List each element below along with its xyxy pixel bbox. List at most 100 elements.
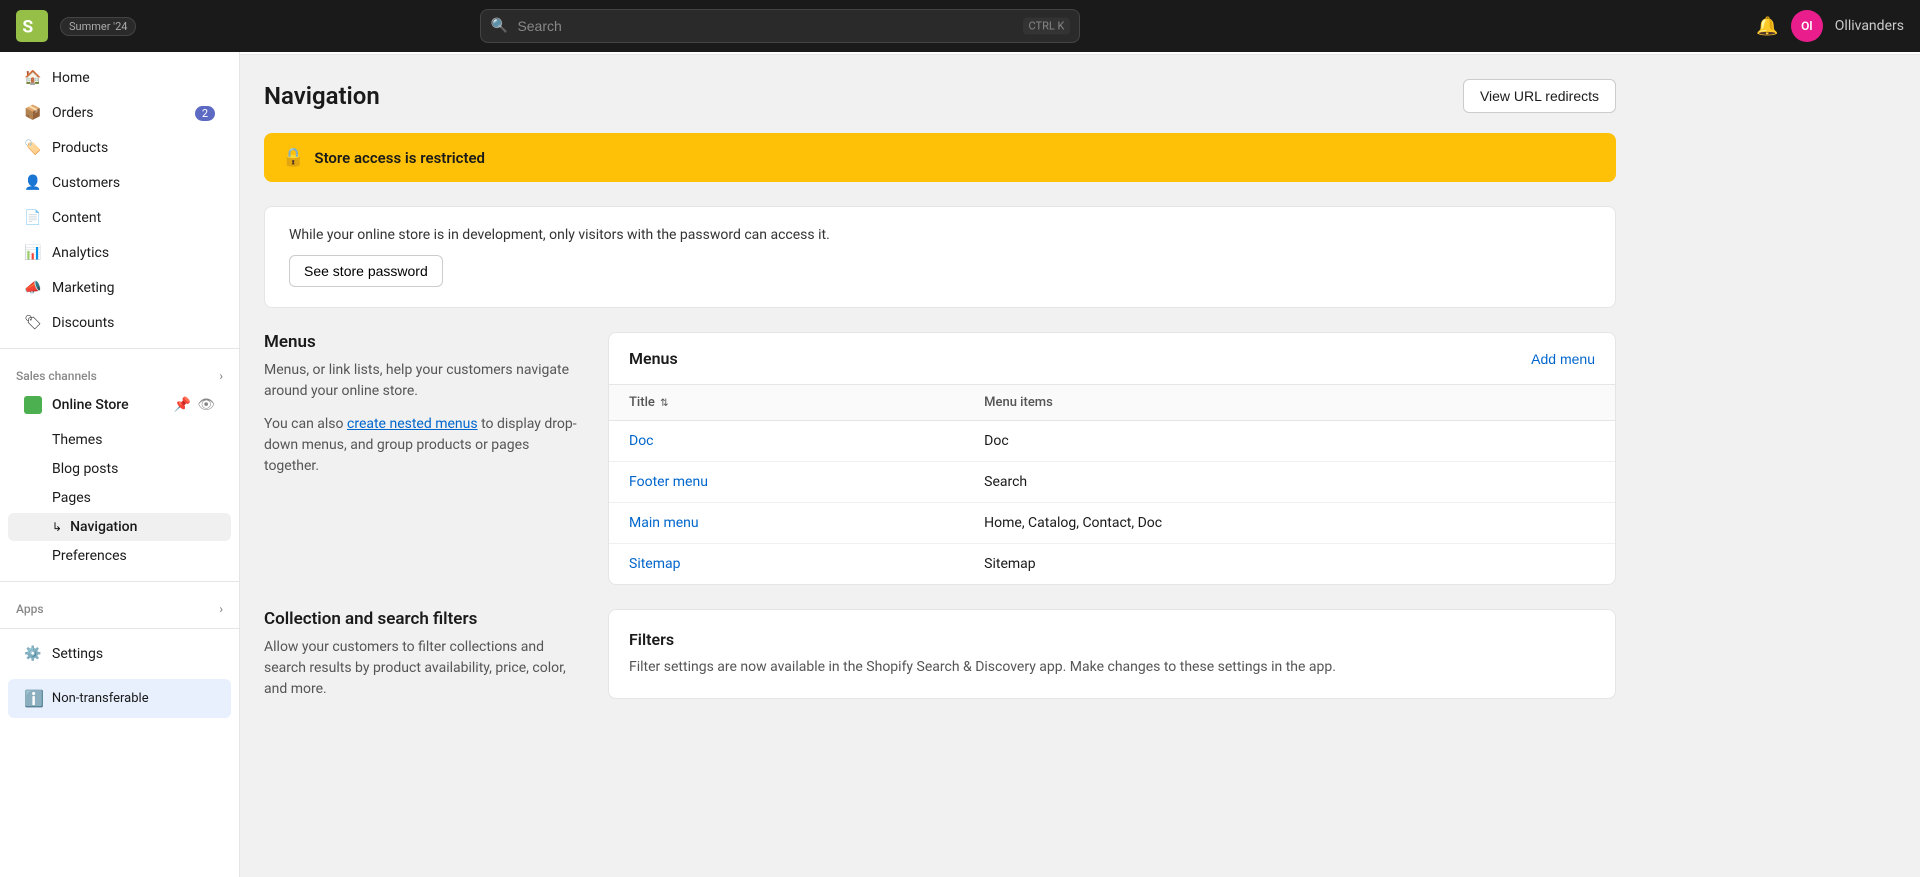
themes-label: Themes: [52, 432, 102, 448]
main-content: Online Store 📌 ••• Navigation View URL r…: [240, 0, 1920, 748]
pin-icon[interactable]: 📌: [174, 397, 191, 413]
view-url-redirects-button[interactable]: View URL redirects: [1463, 79, 1616, 113]
menu-title-cell: Sitemap: [609, 544, 964, 585]
filters-description: Collection and search filters Allow your…: [264, 609, 584, 700]
menus-desc-1: Menus, or link lists, help your customer…: [264, 360, 584, 402]
sidebar-item-orders[interactable]: 📦 Orders 2: [8, 96, 231, 130]
sidebar-item-pages[interactable]: Pages: [8, 484, 231, 512]
sidebar-item-online-store[interactable]: Online Store 📌 👁: [8, 388, 231, 422]
sidebar-item-marketing[interactable]: 📣 Marketing: [8, 271, 231, 305]
orders-icon: 📦: [24, 104, 42, 122]
create-nested-menus-link[interactable]: create nested menus: [347, 416, 478, 432]
sidebar-item-label: Analytics: [52, 245, 109, 261]
sales-channels-label: Sales channels: [16, 369, 97, 383]
settings-label: Settings: [52, 646, 103, 662]
sidebar-item-home[interactable]: 🏠 Home: [8, 61, 231, 95]
sidebar-item-analytics[interactable]: 📊 Analytics: [8, 236, 231, 270]
non-transferable-label: Non-transferable: [52, 691, 149, 706]
sidebar-divider-1: [0, 348, 239, 349]
col-title: Title ⇅: [609, 385, 964, 421]
products-icon: 🏷️: [24, 139, 42, 157]
online-store-label: Online Store: [52, 397, 129, 413]
sidebar-item-content[interactable]: 📄 Content: [8, 201, 231, 235]
sidebar-item-blog-posts[interactable]: Blog posts: [8, 455, 231, 483]
menus-desc-text-1: Menus, or link lists, help your customer…: [264, 362, 569, 399]
menu-title-link[interactable]: Doc: [629, 433, 654, 449]
lock-icon: 🔒: [282, 147, 304, 168]
sidebar-item-discounts[interactable]: 🏷 Discounts: [8, 306, 231, 340]
menus-card-title: Menus: [629, 349, 678, 368]
sort-icon: ⇅: [660, 398, 668, 409]
table-row: Main menu Home, Catalog, Contact, Doc: [609, 503, 1615, 544]
sidebar-item-preferences[interactable]: Preferences: [8, 542, 231, 570]
eye-icon[interactable]: 👁: [197, 397, 215, 413]
sidebar-item-label: Customers: [52, 175, 120, 191]
sidebar-item-label: Content: [52, 210, 101, 226]
search-bar: 🔍 CTRL K: [480, 9, 1080, 43]
shopify-logo-link[interactable]: S: [16, 10, 48, 42]
non-transferable-item[interactable]: ℹ️ Non-transferable: [8, 679, 231, 718]
sidebar-divider-3: [0, 628, 239, 629]
page-header: Navigation View URL redirects: [264, 79, 1616, 113]
sidebar-item-customers[interactable]: 👤 Customers: [8, 166, 231, 200]
filters-desc: Allow your customers to filter collectio…: [264, 637, 584, 700]
menu-title-link[interactable]: Main menu: [629, 515, 699, 531]
page-title: Navigation: [264, 82, 380, 110]
nav-arrow-icon: ↳: [52, 520, 62, 534]
content-icon: 📄: [24, 209, 42, 227]
settings-icon: ⚙️: [24, 645, 42, 663]
shopify-logo-icon: S: [16, 10, 48, 42]
menus-description: Menus Menus, or link lists, help your cu…: [264, 332, 584, 585]
menu-items-cell: Sitemap: [964, 544, 1615, 585]
topbar: S Summer '24 🔍 CTRL K 🔔 Ol Ollivanders: [0, 0, 1920, 52]
discounts-icon: 🏷: [24, 314, 42, 332]
menus-table: Title ⇅ Menu items Doc Doc Footer menu: [609, 385, 1615, 584]
filters-card-title: Filters: [629, 630, 1595, 649]
menu-title-link[interactable]: Footer menu: [629, 474, 708, 490]
menu-title-cell: Main menu: [609, 503, 964, 544]
menus-desc-text-2: You can also: [264, 416, 344, 432]
apps-expand-icon: ›: [219, 602, 223, 616]
home-icon: 🏠: [24, 69, 42, 87]
apps-section: Apps ›: [0, 590, 239, 620]
add-menu-button[interactable]: Add menu: [1531, 351, 1595, 367]
filters-info-card: Filters Filter settings are now availabl…: [608, 609, 1616, 699]
pages-label: Pages: [52, 490, 91, 506]
summer-badge: Summer '24: [60, 17, 136, 36]
search-input[interactable]: [480, 9, 1080, 43]
online-store-icon: [24, 396, 42, 414]
sidebar-item-label: Marketing: [52, 280, 115, 296]
sidebar-divider-2: [0, 581, 239, 582]
avatar[interactable]: Ol: [1791, 10, 1823, 42]
filters-section-title: Collection and search filters: [264, 609, 584, 629]
topbar-right: 🔔 Ol Ollivanders: [1756, 10, 1904, 42]
sidebar: 🏠 Home 📦 Orders 2 🏷️ Products 👤 Customer…: [0, 52, 240, 877]
warning-card-text: While your online store is in developmen…: [289, 227, 1591, 243]
marketing-icon: 📣: [24, 279, 42, 297]
see-password-button[interactable]: See store password: [289, 255, 443, 287]
search-shortcut: CTRL K: [1023, 18, 1071, 35]
sidebar-item-navigation[interactable]: ↳ Navigation: [8, 513, 231, 541]
sidebar-item-settings[interactable]: ⚙️ Settings: [8, 637, 231, 671]
apps-label: Apps: [16, 602, 44, 616]
menu-title-link[interactable]: Sitemap: [629, 556, 680, 572]
sidebar-item-label: Products: [52, 140, 108, 156]
sidebar-item-label: Orders: [52, 105, 94, 121]
sidebar-item-products[interactable]: 🏷️ Products: [8, 131, 231, 165]
sidebar-item-label: Home: [52, 70, 90, 86]
sidebar-item-themes[interactable]: Themes: [8, 426, 231, 454]
menus-section: Menus Menus, or link lists, help your cu…: [264, 332, 1616, 585]
sales-channels-expand-icon: ›: [219, 369, 223, 383]
table-row: Doc Doc: [609, 421, 1615, 462]
menus-section-title: Menus: [264, 332, 584, 352]
online-store-actions: 📌 👁: [174, 397, 215, 413]
menu-items-cell: Search: [964, 462, 1615, 503]
analytics-icon: 📊: [24, 244, 42, 262]
filters-card-desc: Filter settings are now available in the…: [629, 657, 1595, 678]
menus-card-header: Menus Add menu: [609, 333, 1615, 385]
notification-button[interactable]: 🔔: [1756, 16, 1778, 37]
menu-items-cell: Home, Catalog, Contact, Doc: [964, 503, 1615, 544]
menu-items-cell: Doc: [964, 421, 1615, 462]
content-area: Navigation View URL redirects 🔒 Store ac…: [240, 55, 1640, 748]
sidebar-item-label: Discounts: [52, 315, 114, 331]
